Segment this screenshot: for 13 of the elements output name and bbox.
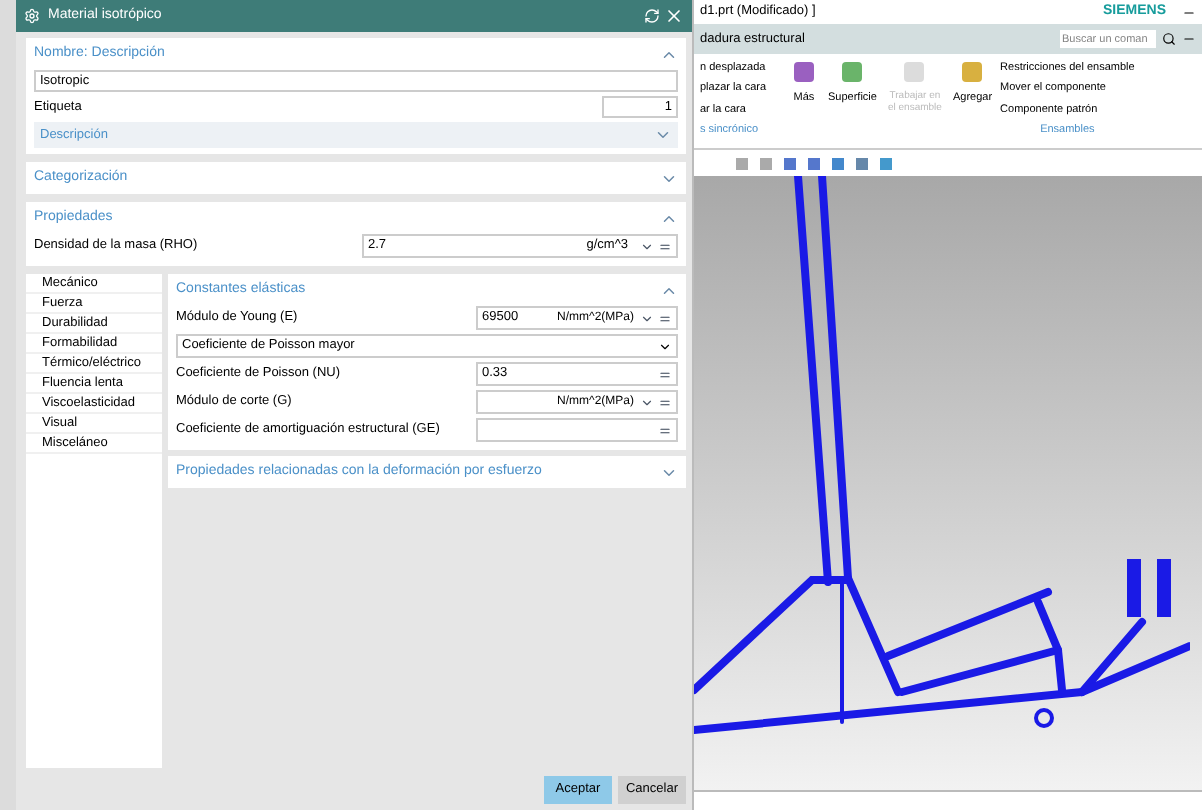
search-icon[interactable] xyxy=(1162,32,1176,46)
menu-icon[interactable] xyxy=(658,423,672,437)
reset-icon[interactable] xyxy=(644,8,660,24)
dropdown-icon[interactable] xyxy=(640,239,654,253)
menu-icon[interactable] xyxy=(658,395,672,409)
dropdown-icon[interactable] xyxy=(640,395,654,409)
menu-icon[interactable] xyxy=(658,311,672,325)
close-icon[interactable] xyxy=(664,6,684,26)
menu-icon[interactable] xyxy=(658,367,672,381)
gear-icon xyxy=(24,8,40,24)
menu-icon[interactable] xyxy=(658,239,672,253)
value-field[interactable] xyxy=(476,418,678,442)
expand-icon[interactable] xyxy=(654,126,672,144)
